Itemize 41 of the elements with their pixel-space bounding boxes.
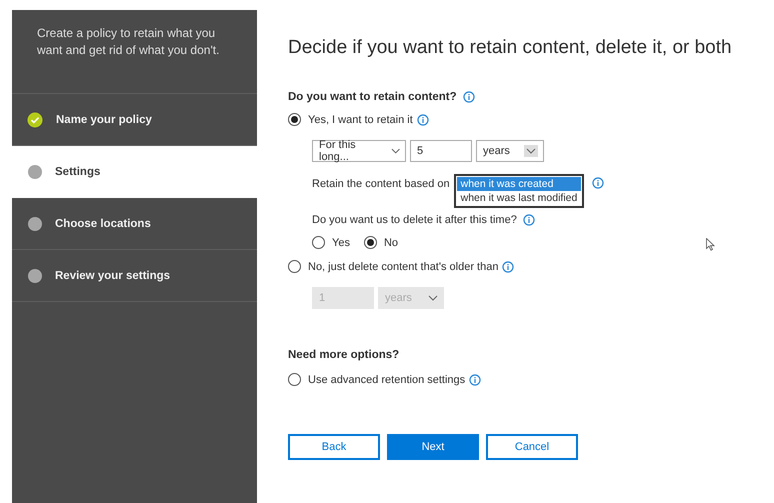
info-icon[interactable] bbox=[462, 91, 475, 103]
wizard-button[interactable]: Cancel bbox=[486, 434, 578, 460]
step-dot bbox=[28, 216, 42, 230]
wizard-step[interactable]: Settings bbox=[12, 146, 257, 198]
section-heading: Do you want to retain content? bbox=[288, 91, 457, 103]
radio-button[interactable] bbox=[364, 236, 377, 249]
field-label: Retain the content based on bbox=[312, 178, 450, 190]
amount-field[interactable]: 5 bbox=[410, 140, 472, 162]
wizard-step[interactable]: Review your settings bbox=[12, 250, 257, 302]
info-icon[interactable] bbox=[502, 260, 514, 272]
check-icon bbox=[27, 112, 43, 128]
radio-button[interactable] bbox=[288, 260, 301, 273]
chevron-icon bbox=[526, 148, 536, 154]
section-heading: Need more options? bbox=[288, 349, 400, 361]
question-text: Do you want us to delete it after this time? bbox=[312, 214, 517, 226]
wizard-step[interactable]: Choose locations bbox=[12, 198, 257, 250]
dropdown-option[interactable]: when it was last modified bbox=[456, 191, 582, 205]
option-label: No, just delete content that's older than bbox=[308, 260, 498, 272]
info-icon[interactable] bbox=[592, 177, 604, 189]
cursor-icon bbox=[706, 238, 715, 251]
option-label: Use advanced retention settings bbox=[308, 374, 466, 386]
step-dot bbox=[28, 165, 42, 179]
chevron-icon bbox=[428, 295, 438, 301]
duration-dropdown[interactable]: For this long... bbox=[312, 140, 406, 162]
page-title: Decide if you want to retain content, delete it, or both bbox=[288, 37, 733, 59]
option-label: No bbox=[384, 236, 398, 248]
next-button[interactable]: Next bbox=[387, 434, 479, 460]
wizard-button[interactable]: Back bbox=[288, 434, 380, 460]
intro-text: Create a policy to retain what you want and get rid of what you don't. bbox=[12, 10, 257, 94]
dropdown-option[interactable]: when it was created bbox=[456, 177, 582, 191]
info-icon[interactable] bbox=[522, 214, 535, 226]
radio-button[interactable] bbox=[288, 373, 301, 386]
info-icon[interactable] bbox=[416, 114, 429, 126]
step-dot bbox=[28, 268, 42, 282]
radio-button[interactable] bbox=[288, 113, 301, 126]
option-label: Yes bbox=[332, 236, 350, 248]
unit-dropdown[interactable]: years bbox=[476, 140, 544, 162]
chevron-icon bbox=[390, 148, 400, 154]
option-label: Yes, I want to retain it bbox=[308, 114, 413, 126]
info-icon[interactable] bbox=[469, 374, 482, 386]
radio-button[interactable] bbox=[312, 236, 325, 249]
